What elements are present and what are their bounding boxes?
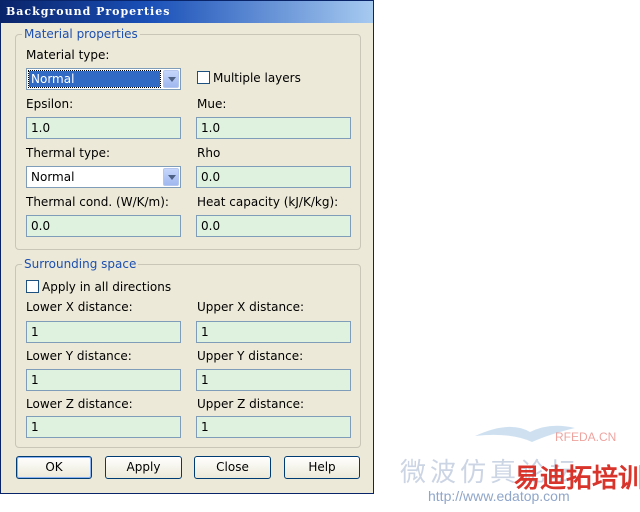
heat-capacity-label: Heat capacity (kJ/K/kg): [197,195,339,209]
thermal-type-dropdown[interactable]: Normal [26,166,181,188]
apply-all-directions-checkbox[interactable] [26,280,39,293]
material-type-label: Material type: [26,48,110,62]
lower-x-label: Lower X distance: [26,300,133,314]
title-bar: Background Properties [1,1,373,23]
lower-y-input[interactable]: 1 [26,369,181,391]
mue-label: Mue: [197,97,227,111]
apply-all-directions-label: Apply in all directions [42,280,172,294]
thermal-cond-input[interactable]: 0.0 [26,215,181,237]
watermark-rfeda: RFEDA.CN [555,430,617,444]
upper-z-input[interactable]: 1 [196,416,351,438]
lower-z-input[interactable]: 1 [26,416,181,438]
surrounding-space-legend: Surrounding space [24,257,137,271]
lower-y-label: Lower Y distance: [26,349,132,363]
upper-x-input[interactable]: 1 [196,321,351,343]
close-button[interactable]: Close [194,456,271,479]
material-type-dropdown[interactable]: Normal [26,68,181,90]
ok-button[interactable]: OK [16,456,92,479]
thermal-type-value: Normal [31,170,75,184]
thermal-type-label: Thermal type: [26,146,111,160]
background-properties-dialog: Background Properties Material propertie… [0,0,374,494]
upper-z-label: Upper Z distance: [197,397,305,411]
epsilon-label: Epsilon: [26,97,74,111]
lower-z-label: Lower Z distance: [26,397,133,411]
chevron-down-icon[interactable] [163,168,179,186]
material-type-value: Normal [28,70,161,88]
chevron-down-icon[interactable] [163,70,179,88]
material-properties-legend: Material properties [24,27,138,41]
upper-y-input[interactable]: 1 [196,369,351,391]
help-button[interactable]: Help [284,456,360,479]
apply-button[interactable]: Apply [105,456,182,479]
multiple-layers-checkbox[interactable] [197,71,210,84]
lower-x-input[interactable]: 1 [26,321,181,343]
epsilon-input[interactable]: 1.0 [26,117,181,139]
rho-label: Rho [197,146,221,160]
heat-capacity-input[interactable]: 0.0 [196,215,351,237]
multiple-layers-label: Multiple layers [213,71,301,85]
rho-input[interactable]: 0.0 [196,166,351,188]
mue-input[interactable]: 1.0 [196,117,351,139]
upper-x-label: Upper X distance: [197,300,305,314]
upper-y-label: Upper Y distance: [197,349,304,363]
thermal-cond-label: Thermal cond. (W/K/m): [26,195,169,209]
watermark-url: http://www.edatop.com [428,488,570,504]
